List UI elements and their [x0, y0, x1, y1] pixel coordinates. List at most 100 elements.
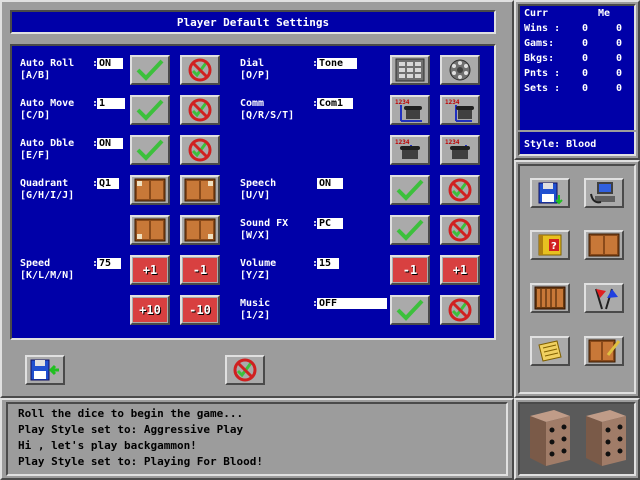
die-icon[interactable] — [524, 406, 576, 470]
plus-ten-badge: +10 — [133, 298, 167, 322]
speed-minus1-button[interactable]: -1 — [180, 255, 220, 285]
keypad-icon — [395, 58, 425, 82]
speech-off-button[interactable] — [440, 175, 480, 205]
speed-plus1-button[interactable]: +1 — [130, 255, 170, 285]
board-icon — [134, 178, 166, 202]
check-icon — [396, 179, 424, 201]
flags-button[interactable] — [584, 283, 624, 313]
svg-text:1234: 1234 — [395, 99, 410, 106]
stats-row-me: 0 — [616, 38, 623, 49]
auto-roll-label: Auto Roll — [20, 58, 75, 69]
board-edit-icon — [588, 339, 620, 363]
stats-row-label: Gams: — [524, 38, 555, 49]
plus-ten-text: +10 — [139, 303, 161, 317]
comm-port-2-button[interactable]: 1234 — [440, 95, 480, 125]
auto-roll-on-button[interactable] — [130, 55, 170, 85]
auto-roll-keys: [A/B] — [20, 70, 51, 81]
scroll-icon — [538, 340, 562, 362]
cancel-button[interactable] — [225, 355, 265, 385]
svg-text:1234: 1234 — [445, 99, 460, 106]
quadrant-q2-button[interactable] — [180, 175, 220, 205]
music-off-button[interactable] — [440, 295, 480, 325]
auto-move-on-button[interactable] — [130, 95, 170, 125]
board-view-button[interactable] — [584, 230, 624, 260]
speed-keys: [K/L/M/N] — [20, 270, 75, 281]
edit-board-button[interactable] — [584, 336, 624, 366]
check-icon — [136, 59, 164, 81]
auto-move-keys: [C/D] — [20, 110, 51, 121]
music-value: OFF — [317, 298, 387, 309]
computer-phone-icon — [590, 182, 615, 204]
board-icon — [588, 233, 620, 257]
phone-port-icon: 1234 — [395, 99, 422, 122]
stats-header-me: Me — [598, 8, 611, 19]
speed-plus10-button[interactable]: +10 — [130, 295, 170, 325]
dial-label: Dial — [240, 58, 265, 69]
auto-dble-off-button[interactable] — [180, 135, 220, 165]
stats-row-curr: 0 — [582, 38, 589, 49]
svg-text:1234: 1234 — [395, 139, 410, 146]
stats-row-me: 0 — [616, 53, 623, 64]
no-symbol-icon — [448, 178, 472, 202]
message-line: Play Style set to: Aggressive Play — [18, 423, 244, 436]
flags-icon — [595, 288, 618, 310]
no-symbol-icon — [188, 98, 212, 122]
comm-port-1-button[interactable]: 1234 — [390, 95, 430, 125]
check-icon — [396, 299, 424, 321]
speed-value: 75 — [97, 258, 121, 269]
board-icon — [134, 218, 166, 242]
notes-button[interactable] — [530, 336, 570, 366]
message-line: Roll the dice to begin the game... — [18, 407, 244, 420]
help-button[interactable]: ? — [530, 230, 570, 260]
speed-minus10-button[interactable]: -10 — [180, 295, 220, 325]
minus-one-badge: -1 — [183, 258, 217, 282]
quadrant-q3-button[interactable] — [130, 215, 170, 245]
dial-keys: [O/P] — [240, 70, 271, 81]
dial-pulse-button[interactable] — [440, 55, 480, 85]
scoreboard-button[interactable] — [530, 283, 570, 313]
auto-dble-keys: [E/F] — [20, 150, 51, 161]
minus-one-text: -1 — [192, 263, 208, 277]
comm-port-4-button[interactable]: 1234 — [440, 135, 480, 165]
phone-port-icon: 1234 — [445, 99, 474, 122]
check-icon — [136, 99, 164, 121]
plus-one-text: +1 — [452, 263, 468, 277]
sound-fx-on-button[interactable] — [390, 215, 430, 245]
volume-minus1-button[interactable]: -1 — [390, 255, 430, 285]
auto-roll-off-button[interactable] — [180, 55, 220, 85]
speech-label: Speech — [240, 178, 277, 189]
sound-fx-label: Sound FX — [240, 218, 289, 229]
music-label: Music — [240, 298, 271, 309]
plus-one-text: +1 — [142, 263, 158, 277]
speech-keys: [U/V] — [240, 190, 271, 201]
comm-keys: [Q/R/S/T] — [240, 110, 295, 121]
save-exit-button[interactable] — [25, 355, 65, 385]
stats-header-curr: Curr — [524, 8, 549, 19]
dialog-title-bar: Player Default Settings — [10, 10, 496, 34]
music-on-button[interactable] — [390, 295, 430, 325]
speech-on-button[interactable] — [390, 175, 430, 205]
auto-dble-on-button[interactable] — [130, 135, 170, 165]
quadrant-q4-button[interactable] — [180, 215, 220, 245]
auto-move-off-button[interactable] — [180, 95, 220, 125]
check-icon — [396, 219, 424, 241]
quadrant-q1-button[interactable] — [130, 175, 170, 205]
comm-port-3-button[interactable]: 1234 — [390, 135, 430, 165]
speech-value: ON — [317, 178, 343, 189]
sound-fx-off-button[interactable] — [440, 215, 480, 245]
abacus-board-icon — [534, 286, 566, 310]
message-line: Hi , let's play backgammon! — [18, 439, 197, 452]
modem-connect-button[interactable] — [584, 178, 624, 208]
no-symbol-icon — [233, 358, 257, 382]
die-icon[interactable] — [580, 406, 632, 470]
stats-row-label: Bkgs: — [524, 53, 555, 64]
volume-plus1-button[interactable]: +1 — [440, 255, 480, 285]
auto-roll-value: ON — [97, 58, 123, 69]
dialog-title: Player Default Settings — [176, 15, 330, 29]
dial-value: Tone — [317, 58, 357, 69]
svg-text:?: ? — [551, 241, 557, 252]
save-load-button[interactable] — [530, 178, 570, 208]
auto-move-label: Auto Move — [20, 98, 75, 109]
quadrant-keys: [G/H/I/J] — [20, 190, 75, 201]
dial-tone-button[interactable] — [390, 55, 430, 85]
